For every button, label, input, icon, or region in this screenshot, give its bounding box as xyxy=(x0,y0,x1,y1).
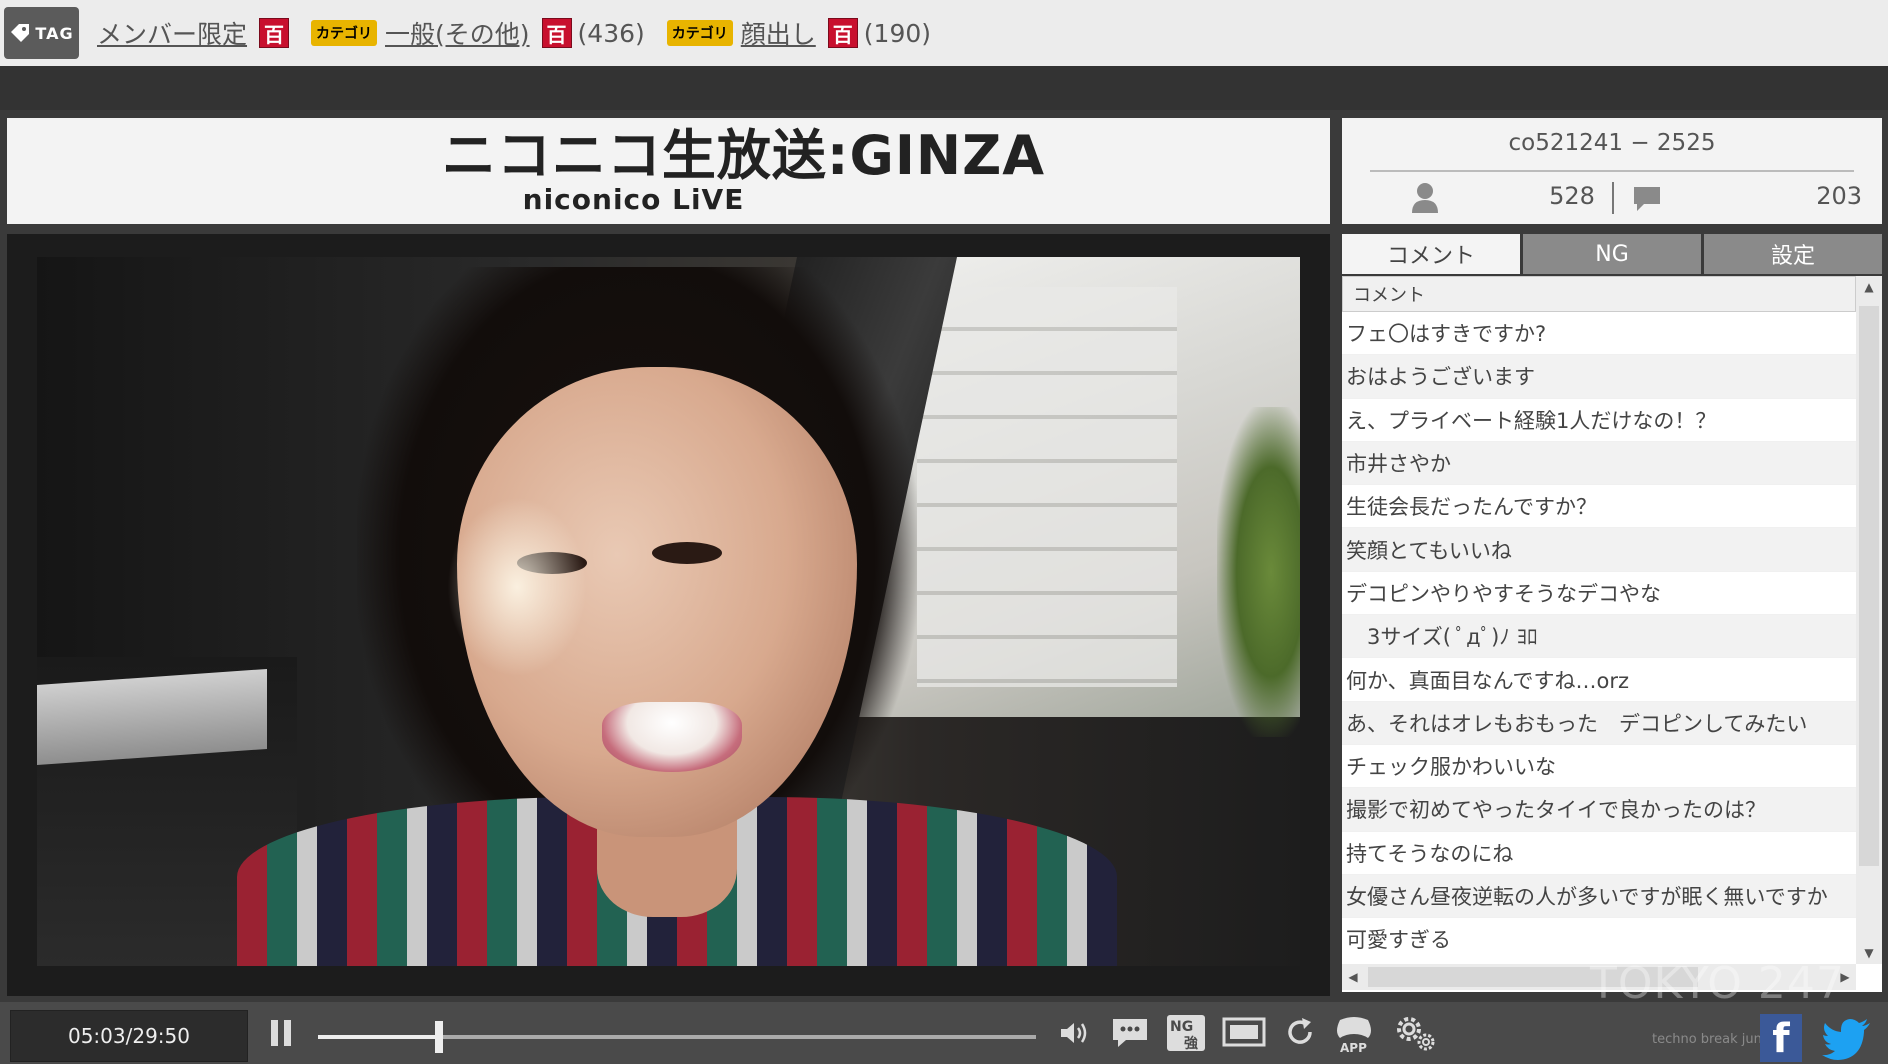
tag-badge[interactable]: TAG xyxy=(4,7,79,59)
scroll-up-icon[interactable]: ▲ xyxy=(1856,276,1882,298)
seek-progress xyxy=(318,1035,440,1039)
playback-time: 05:03/29:50 xyxy=(10,1010,248,1062)
dictionary-icon[interactable]: 百 xyxy=(259,18,290,48)
category-badge: カテゴリ xyxy=(666,20,733,46)
pause-icon[interactable] xyxy=(268,1017,294,1049)
svg-text:APP: APP xyxy=(1340,1041,1367,1055)
comment-row[interactable]: 何か、真面目なんですね…orz xyxy=(1342,658,1856,702)
ng-strength-icon[interactable]: NG 強 xyxy=(1166,1014,1206,1052)
dictionary-icon[interactable]: 百 xyxy=(541,18,572,48)
logo-panel: ニコニコ生放送:GINZA niconico LiVE xyxy=(7,118,1330,224)
comment-row[interactable]: 3サイズ( ﾟдﾟ)ﾉ ﾖﾛ xyxy=(1342,615,1856,659)
settings-gear-icon[interactable] xyxy=(1394,1014,1438,1052)
comment-row[interactable]: 持てそうなのにね xyxy=(1342,832,1856,875)
comment-row[interactable]: 女優さん昼夜逆転の人が多いですが眠く無いですか xyxy=(1342,874,1856,919)
reload-icon[interactable] xyxy=(1284,1016,1316,1048)
comment-panel: コメント フェ〇はすきですか? おはようございます え、プライベート経験1人だけなの… xyxy=(1342,276,1882,992)
comment-tabs: コメント NG 設定 xyxy=(1342,234,1882,274)
dictionary-icon[interactable]: 百 xyxy=(827,18,858,48)
screen-size-icon[interactable] xyxy=(1222,1016,1266,1048)
tag-bar: TAG メンバー限定 百 カテゴリ 一般(その他) 百 (436) カテゴリ 顔… xyxy=(0,0,1888,66)
twitter-icon[interactable] xyxy=(1822,1018,1872,1060)
tag-icon xyxy=(11,24,30,42)
app-gamepad-icon[interactable]: APP xyxy=(1334,1012,1374,1056)
comment-vertical-scrollbar[interactable]: ▲ ▼ xyxy=(1856,276,1882,964)
scroll-down-icon[interactable]: ▼ xyxy=(1856,942,1882,964)
tag-count: (190) xyxy=(863,18,932,48)
svg-text:強: 強 xyxy=(1184,1035,1198,1052)
seek-bar[interactable] xyxy=(318,1021,1036,1053)
comment-row[interactable]: 可愛すぎる xyxy=(1342,918,1856,960)
niconico-live-logo: ニコニコ生放送:GINZA xyxy=(441,124,1046,187)
comment-count: 203 xyxy=(1816,182,1862,210)
tag-badge-label: TAG xyxy=(35,23,74,43)
comment-row[interactable]: 市井さやか xyxy=(1342,441,1856,486)
tag-count: (436) xyxy=(577,18,645,48)
tag-link-general[interactable]: 一般(その他) xyxy=(385,15,530,51)
comment-row[interactable]: フェ〇はすきですか? xyxy=(1342,312,1856,356)
header-strip xyxy=(0,66,1888,110)
player-control-bar: 05:03/29:50 NG 強 APP xyxy=(0,1002,1888,1064)
scrollbar-thumb[interactable] xyxy=(1859,306,1879,866)
facebook-icon[interactable]: f xyxy=(1760,1014,1802,1062)
video-frame[interactable] xyxy=(37,257,1300,966)
comment-row[interactable]: 撮影で初めてやったタイイで良かったのは？ xyxy=(1342,788,1856,832)
comment-list[interactable]: フェ〇はすきですか? おはようございます え、プライベート経験1人だけなの！？ 市井さ… xyxy=(1342,312,1856,960)
volume-icon[interactable] xyxy=(1058,1019,1090,1047)
category-badge: カテゴリ xyxy=(311,20,378,46)
comment-row[interactable]: デコピンやりやすそうなデコやな xyxy=(1342,572,1856,616)
seek-handle[interactable] xyxy=(435,1021,444,1053)
tag-link-member-only[interactable]: メンバー限定 xyxy=(97,15,247,51)
niconico-live-wordmark: niconico LiVE xyxy=(522,183,745,216)
tag-link-face-reveal[interactable]: 顔出し xyxy=(741,15,816,51)
comment-row[interactable]: チェック服かわいいな xyxy=(1342,745,1856,789)
tab-settings[interactable]: 設定 xyxy=(1704,234,1882,274)
scroll-left-icon[interactable]: ◀ xyxy=(1342,964,1364,990)
comment-row[interactable]: 生徒会長だったんですか？ xyxy=(1342,485,1856,529)
tab-ng[interactable]: NG xyxy=(1523,234,1701,274)
comment-count-icon xyxy=(1634,187,1660,211)
comment-row[interactable]: 笑顔とてもいいね xyxy=(1342,528,1856,572)
viewer-count: 528 xyxy=(1549,182,1595,210)
comment-row[interactable]: あ、それはオレもおもった デコピンしてみたい xyxy=(1342,701,1856,745)
viewer-icon xyxy=(1412,183,1438,213)
live-id[interactable]: co521241 − 2525 xyxy=(1342,130,1882,156)
tokyo247-watermark: TOKYO 247 xyxy=(1590,958,1845,1009)
comment-toggle-icon[interactable] xyxy=(1110,1016,1150,1050)
broadcast-info-panel: co521241 − 2525 528 203 xyxy=(1342,118,1882,224)
video-player[interactable] xyxy=(7,234,1330,996)
comment-row[interactable]: え、プライベート経験1人だけなの！？ xyxy=(1342,399,1856,442)
comment-row[interactable]: おはようございます xyxy=(1342,355,1856,399)
svg-text:NG: NG xyxy=(1170,1019,1193,1035)
comment-column-header[interactable]: コメント xyxy=(1342,276,1856,312)
tab-comments[interactable]: コメント xyxy=(1342,234,1520,274)
